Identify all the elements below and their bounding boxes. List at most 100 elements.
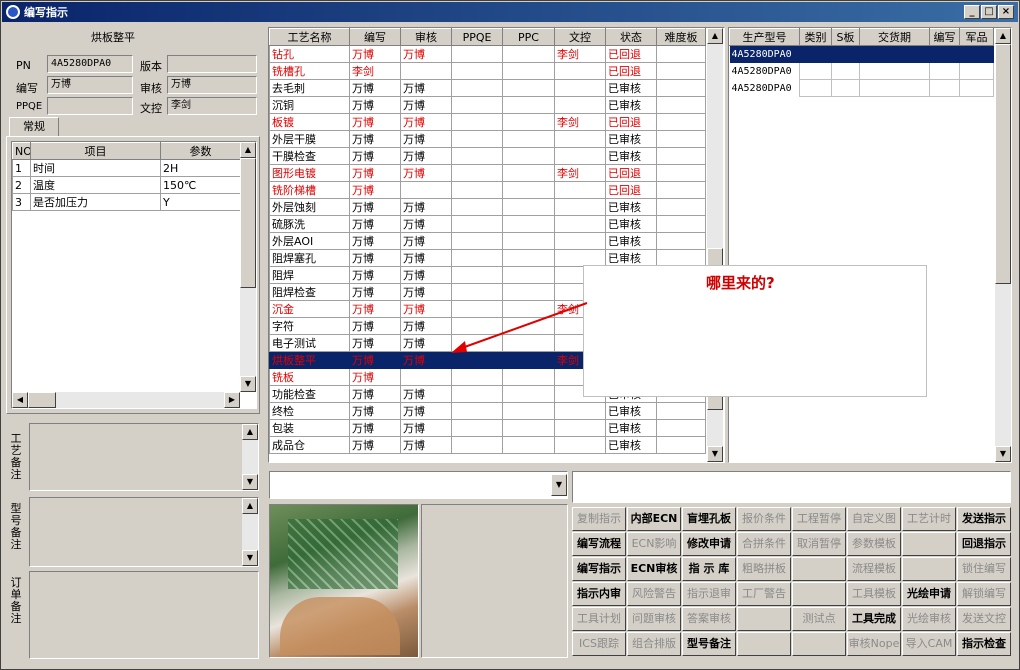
action-button-0-1[interactable]: 内部ECN — [627, 507, 681, 531]
process-row[interactable]: 包装 万博 万博 已审核 — [269, 419, 706, 437]
process-col-header[interactable]: 审核 — [400, 28, 452, 46]
scroll-left-icon[interactable]: ◀ — [12, 392, 28, 408]
action-button-2-2[interactable]: 指 示 库 — [682, 557, 736, 581]
action-button-3-7[interactable]: 解锁编写 — [957, 582, 1011, 606]
scroll-down-icon[interactable]: ▼ — [240, 376, 256, 392]
hscroll-thumb[interactable] — [28, 392, 56, 408]
action-button-5-5[interactable]: 审核Nope — [847, 632, 901, 656]
process-row[interactable]: 外层蚀刻 万博 万博 已审核 — [269, 198, 706, 216]
process-row[interactable]: 沉铜 万博 万博 已审核 — [269, 96, 706, 114]
action-button-3-3[interactable]: 工厂警告 — [737, 582, 791, 606]
action-button-0-0[interactable]: 复制指示 — [572, 507, 626, 531]
action-button-1-4[interactable]: 取消暂停 — [792, 532, 846, 556]
action-button-2-7[interactable]: 锁住编写 — [957, 557, 1011, 581]
models-col-header[interactable]: 生产型号 — [729, 28, 800, 46]
action-button-4-1[interactable]: 问题审核 — [627, 607, 681, 631]
action-button-0-7[interactable]: 发送指示 — [957, 507, 1011, 531]
process-row[interactable]: 外层AOI 万博 万博 已审核 — [269, 232, 706, 250]
close-button[interactable]: × — [998, 5, 1014, 19]
scroll-up-icon[interactable]: ▲ — [995, 28, 1011, 44]
action-button-4-6[interactable]: 光绘审核 — [902, 607, 956, 631]
process-row[interactable]: 成品仓 万博 万博 已审核 — [269, 436, 706, 454]
process-row[interactable]: 板镀 万博 万博 李剑 已回退 — [269, 113, 706, 131]
action-button-5-1[interactable]: 组合排版 — [627, 632, 681, 656]
params-hscroll[interactable]: ◀ ▶ — [12, 392, 240, 408]
process-col-header[interactable]: PPC — [502, 28, 555, 46]
process-note-scroll[interactable]: ▲ ▼ — [242, 424, 258, 490]
action-button-1-5[interactable]: 参数模板 — [847, 532, 901, 556]
models-col-header[interactable]: 编写 — [929, 28, 960, 46]
models-col-header[interactable]: 类别 — [799, 28, 832, 46]
action-button-3-1[interactable]: 风险警告 — [627, 582, 681, 606]
action-button-3-0[interactable]: 指示内审 — [572, 582, 626, 606]
action-button-0-4[interactable]: 工程暂停 — [792, 507, 846, 531]
tab-general[interactable]: 常规 — [9, 117, 59, 137]
scroll-up-icon[interactable]: ▲ — [240, 142, 256, 158]
scroll-up-icon[interactable]: ▲ — [242, 424, 258, 440]
process-col-header[interactable]: 难度板 — [656, 28, 706, 46]
scroll-down-icon[interactable]: ▼ — [707, 446, 723, 462]
action-button-5-3[interactable] — [737, 632, 791, 656]
process-row[interactable]: 阻焊塞孔 万博 万博 已审核 — [269, 249, 706, 267]
action-button-5-0[interactable]: ICS跟踪 — [572, 632, 626, 656]
models-col-header[interactable]: 交货期 — [859, 28, 930, 46]
params-vscroll[interactable]: ▲ ▼ — [240, 142, 256, 392]
action-button-3-4[interactable] — [792, 582, 846, 606]
params-row[interactable]: 1 时间 2H — [12, 159, 241, 177]
models-col-header[interactable]: 军品 — [959, 28, 994, 46]
doc-control-field[interactable]: 李剑 — [167, 97, 257, 115]
process-row[interactable]: 铣阶梯槽 万博 已回退 — [269, 181, 706, 199]
models-row[interactable]: 4A5280DPA0 — [730, 62, 994, 80]
scroll-thumb[interactable] — [995, 44, 1011, 284]
process-row[interactable]: 干膜检查 万博 万博 已审核 — [269, 147, 706, 165]
action-button-1-2[interactable]: 修改申请 — [682, 532, 736, 556]
action-button-2-1[interactable]: ECN审核 — [627, 557, 681, 581]
process-row[interactable]: 去毛刺 万博 万博 已审核 — [269, 79, 706, 97]
action-button-5-7[interactable]: 指示检查 — [957, 632, 1011, 656]
process-col-header[interactable]: 工艺名称 — [269, 28, 350, 46]
process-note-box[interactable]: ▲ ▼ — [29, 423, 259, 491]
command-input[interactable] — [572, 471, 1011, 503]
action-button-2-4[interactable] — [792, 557, 846, 581]
scroll-thumb[interactable] — [240, 158, 256, 288]
action-button-4-4[interactable]: 测试点 — [792, 607, 846, 631]
action-button-3-2[interactable]: 指示退审 — [682, 582, 736, 606]
col-param[interactable]: 参数 — [160, 142, 241, 160]
action-button-2-6[interactable] — [902, 557, 956, 581]
models-row[interactable]: 4A5280DPA0 — [729, 45, 994, 63]
process-row[interactable]: 硫豚洗 万博 万博 已审核 — [269, 215, 706, 233]
process-col-header[interactable]: 编写 — [349, 28, 401, 46]
action-button-4-5[interactable]: 工具完成 — [847, 607, 901, 631]
scroll-up-icon[interactable]: ▲ — [242, 498, 258, 514]
action-button-1-1[interactable]: ECN影响 — [627, 532, 681, 556]
action-button-0-6[interactable]: 工艺计时 — [902, 507, 956, 531]
action-button-4-0[interactable]: 工具计划 — [572, 607, 626, 631]
action-button-1-7[interactable]: 回退指示 — [957, 532, 1011, 556]
writer-field[interactable]: 万博 — [47, 76, 133, 94]
process-row[interactable]: 钻孔 万博 万博 李剑 已回退 — [269, 45, 706, 63]
action-button-2-0[interactable]: 编写指示 — [572, 557, 626, 581]
action-button-1-3[interactable]: 合拼条件 — [737, 532, 791, 556]
reviewer-field[interactable]: 万博 — [167, 76, 257, 94]
scroll-up-icon[interactable]: ▲ — [707, 28, 723, 44]
process-row[interactable]: 终检 万博 万博 已审核 — [269, 402, 706, 420]
models-vscroll[interactable]: ▲ ▼ — [995, 28, 1011, 462]
action-button-1-0[interactable]: 编写流程 — [572, 532, 626, 556]
action-button-2-3[interactable]: 粗略拼板 — [737, 557, 791, 581]
col-no[interactable]: NO — [12, 142, 31, 160]
params-row[interactable]: 2 温度 150℃ — [12, 176, 241, 194]
version-field[interactable] — [167, 55, 257, 73]
action-button-4-3[interactable] — [737, 607, 791, 631]
action-button-0-2[interactable]: 盲埋孔板 — [682, 507, 736, 531]
scroll-down-icon[interactable]: ▼ — [995, 446, 1011, 462]
process-col-header[interactable]: PPQE — [451, 28, 503, 46]
action-button-3-6[interactable]: 光绘申请 — [902, 582, 956, 606]
action-button-0-5[interactable]: 自定义图 — [847, 507, 901, 531]
scroll-down-icon[interactable]: ▼ — [242, 550, 258, 566]
action-button-5-6[interactable]: 导入CAM — [902, 632, 956, 656]
action-button-4-2[interactable]: 答案审核 — [682, 607, 736, 631]
params-row[interactable]: 3 是否加压力 Y — [12, 193, 241, 211]
model-note-scroll[interactable]: ▲ ▼ — [242, 498, 258, 566]
action-button-2-5[interactable]: 流程模板 — [847, 557, 901, 581]
process-row[interactable]: 图形电镀 万博 万博 李剑 已回退 — [269, 164, 706, 182]
